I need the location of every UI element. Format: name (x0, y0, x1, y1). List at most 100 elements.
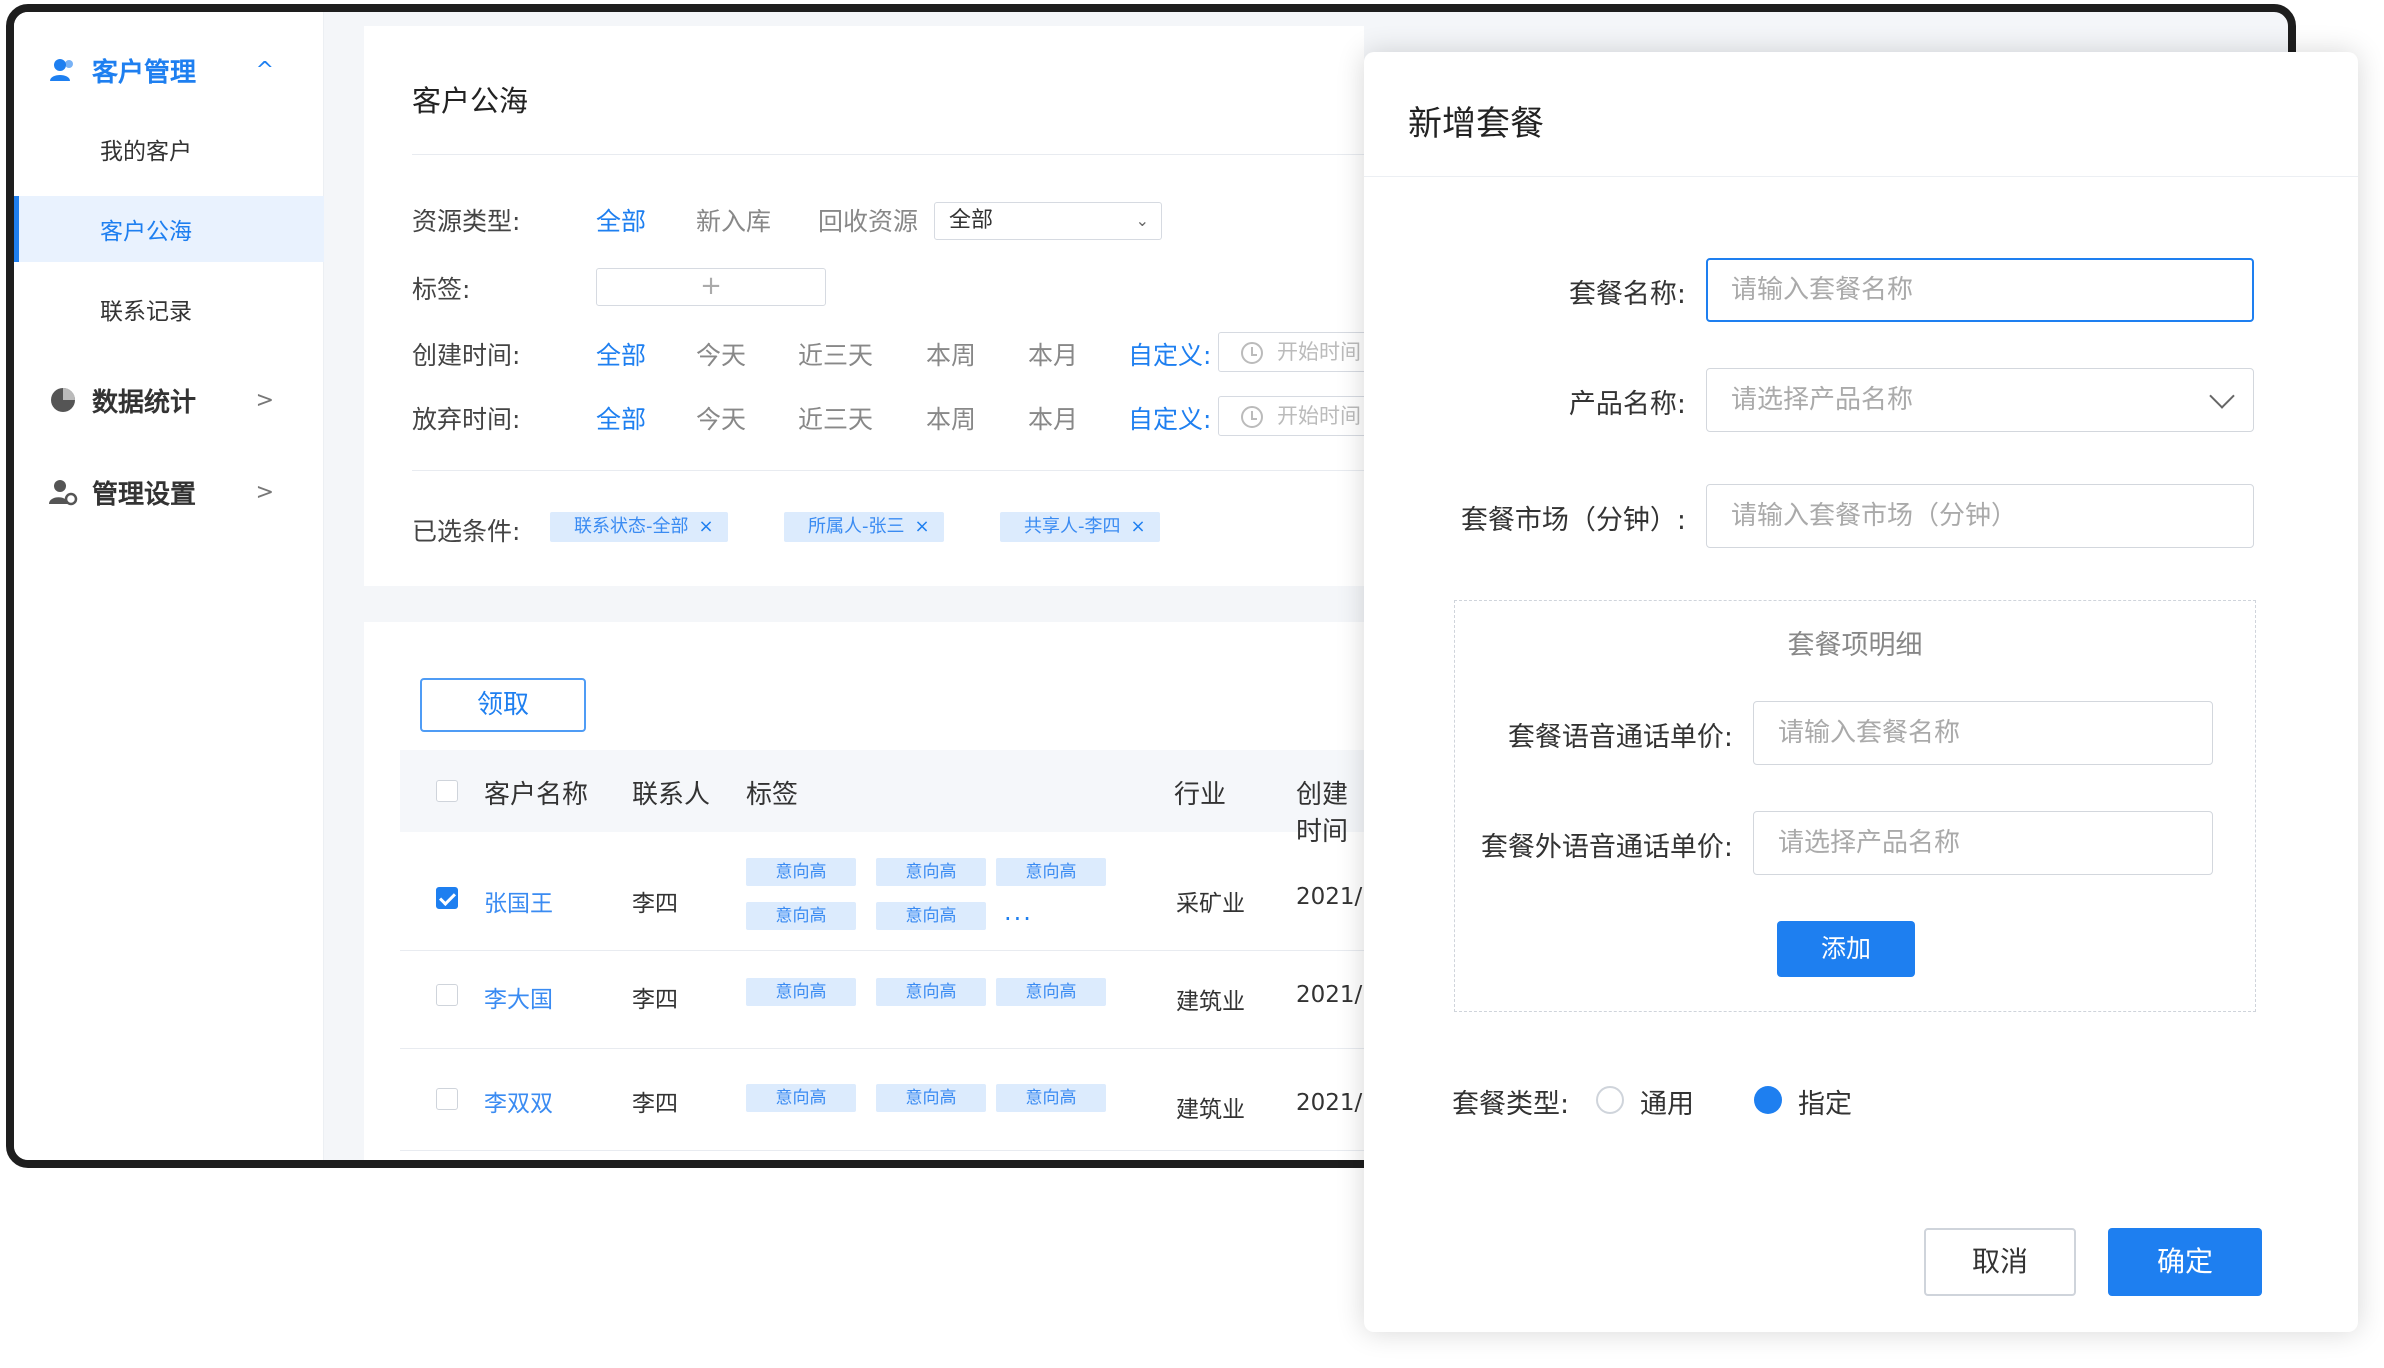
abandon-time-month[interactable]: 本月 (1028, 400, 1078, 436)
row-divider (400, 1048, 1364, 1049)
chevron-right-icon: > (255, 387, 274, 413)
tag-chip: 意向高 (996, 1084, 1106, 1112)
close-icon[interactable]: × (1131, 516, 1146, 537)
condition-chip-label: 联系状态-全部 (574, 516, 689, 537)
row-divider (400, 1150, 1364, 1151)
create-time-month[interactable]: 本月 (1028, 336, 1078, 372)
contact-cell: 李四 (632, 1091, 678, 1117)
tag-chip: 意向高 (876, 902, 986, 930)
radio-specified[interactable] (1754, 1086, 1782, 1114)
selected-conditions-label: 已选条件: (412, 517, 521, 546)
external-voice-price-input[interactable]: 请选择产品名称 (1753, 811, 2213, 875)
package-market-label: 套餐市场（分钟）: (1460, 505, 1686, 536)
close-icon[interactable]: × (699, 516, 714, 537)
package-market-input[interactable]: 请输入套餐市场（分钟） (1706, 484, 2254, 548)
row-checkbox[interactable] (436, 887, 458, 909)
product-name-placeholder: 请选择产品名称 (1731, 385, 1914, 415)
sidebar-group-data-statistics[interactable]: 数据统计 > (14, 370, 324, 430)
create-time-week[interactable]: 本周 (926, 336, 976, 372)
create-time-today[interactable]: 今天 (696, 336, 746, 372)
package-type-label: 套餐类型: (1452, 1089, 1570, 1120)
confirm-button[interactable]: 确定 (2108, 1228, 2262, 1296)
tag-chip: 意向高 (996, 978, 1106, 1006)
pie-chart-icon (51, 388, 75, 412)
customer-name-link[interactable]: 李双双 (484, 1084, 553, 1118)
abandon-time-week[interactable]: 本周 (926, 400, 976, 436)
condition-chip[interactable]: 共享人-李四 × (1000, 512, 1160, 542)
abandon-time-today[interactable]: 今天 (696, 400, 746, 436)
package-name-input[interactable]: 请输入套餐名称 (1706, 258, 2254, 322)
tag-chip: 意向高 (746, 978, 856, 1006)
chevron-down-icon: ⌄ (1135, 211, 1149, 230)
abandon-time-custom[interactable]: 自定义: (1128, 400, 1211, 436)
sidebar-item-contact-records[interactable]: 联系记录 (14, 276, 324, 342)
sidebar-item-label: 我的客户 (100, 139, 192, 165)
tag-chip: 意向高 (876, 978, 986, 1006)
create-time-all[interactable]: 全部 (596, 336, 646, 372)
resource-type-new[interactable]: 新入库 (696, 202, 771, 238)
sidebar-item-customer-pool[interactable]: 客户公海 (14, 196, 324, 262)
add-tag-button[interactable]: + (596, 268, 826, 306)
voice-price-input[interactable]: 请输入套餐名称 (1753, 701, 2213, 765)
add-button[interactable]: 添加 (1777, 921, 1915, 977)
column-header: 标签 (746, 780, 799, 810)
date-cell: 2021/ (1296, 884, 1363, 910)
row-checkbox[interactable] (436, 1088, 458, 1110)
abandon-time-start-input[interactable]: 开始时间 (1218, 396, 1378, 436)
column-header: 联系人 (632, 780, 711, 810)
sidebar-item-my-customers[interactable]: 我的客户 (14, 116, 324, 182)
sidebar-group-customer-management[interactable]: 客户管理 ^ (14, 40, 324, 100)
condition-chip[interactable]: 联系状态-全部 × (550, 512, 728, 542)
column-header: 创建时间 (1296, 780, 1349, 847)
row-divider (400, 950, 1364, 951)
sidebar-group-label: 客户管理 (92, 57, 197, 88)
claim-button[interactable]: 领取 (420, 678, 586, 732)
select-all-checkbox[interactable] (436, 780, 458, 802)
stage: 客户管理 ^ 我的客户 客户公海 联系记录 数据统计 > 管理设置 > 客户公海… (0, 0, 2384, 1368)
customer-name-link[interactable]: 李大国 (484, 980, 553, 1014)
resource-type-recycled[interactable]: 回收资源 (818, 202, 918, 238)
close-icon[interactable]: × (915, 516, 930, 537)
condition-chip-label: 所属人-张三 (808, 516, 905, 537)
date-cell: 2021/ (1296, 1090, 1363, 1116)
tags-label: 标签: (412, 275, 471, 304)
package-name-label: 套餐名称: (1568, 279, 1686, 310)
sidebar-group-management-settings[interactable]: 管理设置 > (14, 462, 324, 522)
condition-chip-label: 共享人-李四 (1024, 516, 1121, 537)
create-time-custom[interactable]: 自定义: (1128, 336, 1211, 372)
detail-section-title: 套餐项明细 (1787, 630, 1923, 661)
column-header: 行业 (1174, 780, 1227, 810)
resource-type-label: 资源类型: (412, 207, 521, 236)
sidebar: 客户管理 ^ 我的客户 客户公海 联系记录 数据统计 > 管理设置 > (14, 12, 324, 1160)
tag-chip: 意向高 (876, 858, 986, 886)
product-name-select[interactable]: 请选择产品名称 (1706, 368, 2254, 432)
create-time-three-days[interactable]: 近三天 (798, 336, 873, 372)
divider (412, 470, 1364, 471)
customer-name-link[interactable]: 张国王 (484, 884, 553, 918)
sidebar-group-label: 数据统计 (92, 387, 197, 418)
industry-cell: 采矿业 (1176, 891, 1245, 917)
more-tags-icon[interactable]: ... (1004, 898, 1033, 926)
resource-type-select[interactable]: 全部 ⌄ (934, 202, 1162, 240)
dialog-divider (1364, 176, 2358, 177)
package-detail-section: 套餐项明细 套餐语音通话单价: 请输入套餐名称 套餐外语音通话单价: 请选择产品… (1454, 600, 2256, 1012)
row-checkbox[interactable] (436, 984, 458, 1006)
chevron-down-icon (2209, 383, 2235, 409)
dialog-title: 新增套餐 (1408, 104, 1544, 144)
sidebar-item-label: 客户公海 (100, 219, 192, 245)
condition-chip[interactable]: 所属人-张三 × (784, 512, 944, 542)
abandon-time-three-days[interactable]: 近三天 (798, 400, 873, 436)
abandon-time-label: 放弃时间: (412, 405, 521, 434)
resource-type-select-value: 全部 (949, 208, 994, 233)
chevron-right-icon: > (255, 479, 274, 505)
abandon-time-start-placeholder: 开始时间 (1277, 404, 1361, 428)
cancel-button[interactable]: 取消 (1924, 1228, 2076, 1296)
abandon-time-all[interactable]: 全部 (596, 400, 646, 436)
create-time-start-input[interactable]: 开始时间 (1218, 332, 1378, 372)
radio-specified-label: 指定 (1798, 1089, 1852, 1120)
resource-type-all[interactable]: 全部 (596, 202, 646, 238)
radio-general[interactable] (1596, 1086, 1624, 1114)
date-cell: 2021/ (1296, 982, 1363, 1008)
clock-icon (1241, 406, 1263, 428)
sidebar-item-label: 联系记录 (100, 299, 192, 325)
